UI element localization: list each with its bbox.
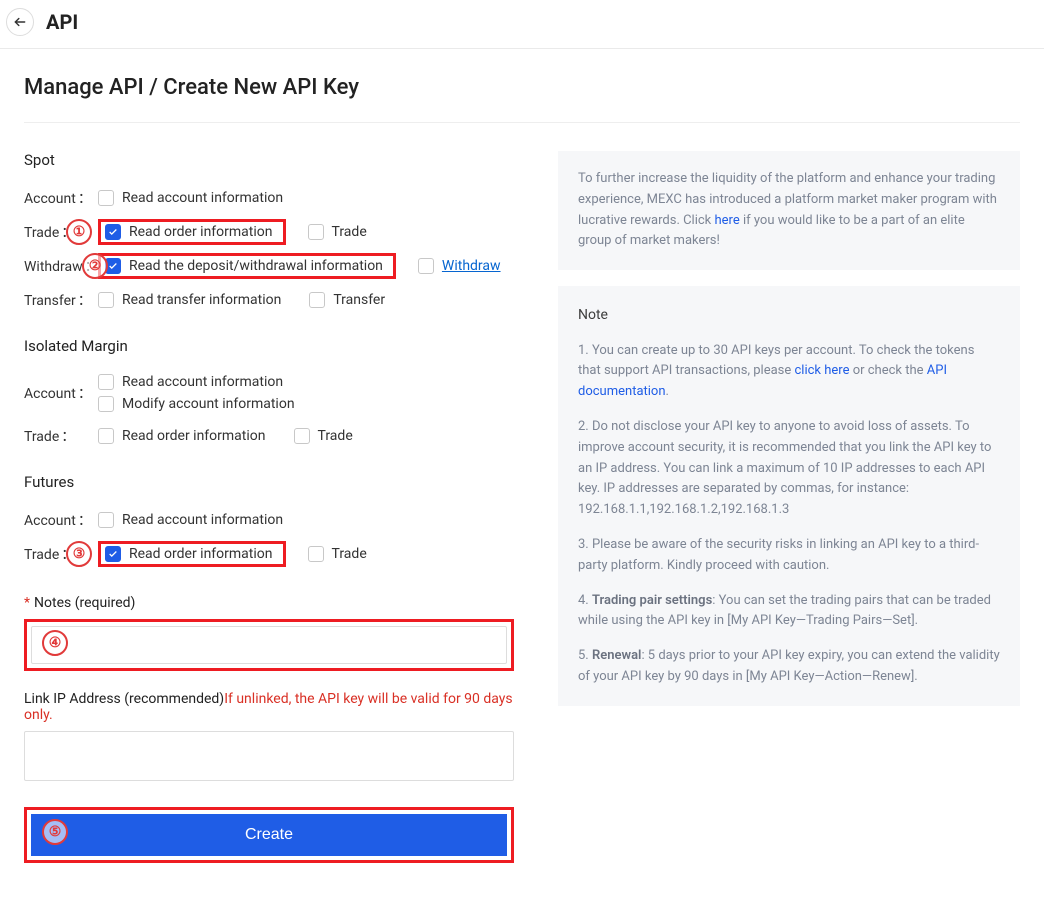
chk-margin-trade-do[interactable]: Trade xyxy=(294,428,353,444)
label-margin-account: Account： xyxy=(24,383,98,403)
chk-spot-transfer-read[interactable]: Read transfer information xyxy=(98,292,281,308)
arrow-left-icon xyxy=(13,15,27,29)
annotation-redbox-1: Read order information xyxy=(98,219,286,245)
label-spot-transfer: Transfer： xyxy=(24,290,98,310)
chk-spot-trade-read[interactable]: Read order information xyxy=(105,224,273,240)
row-spot-trade: ① Trade： Read order information Trade xyxy=(24,217,514,247)
chk-label: Read the deposit/withdrawal information xyxy=(129,258,383,274)
note-item-5: 5. Renewal: 5 days prior to your API key… xyxy=(578,646,1000,688)
note-click-here-link[interactable]: click here xyxy=(795,363,850,378)
create-button[interactable]: Create xyxy=(31,814,507,856)
ip-input-wrap xyxy=(24,731,514,781)
notes-label: *Notes (required) xyxy=(24,595,514,611)
chk-spot-withdraw-do[interactable]: Withdraw xyxy=(418,258,501,274)
chk-margin-trade-read[interactable]: Read order information xyxy=(98,428,266,444)
side-panels: To further increase the liquidity of the… xyxy=(558,151,1020,863)
label-margin-trade: Trade： xyxy=(24,426,98,446)
chk-label: Read account information xyxy=(122,374,283,390)
back-button[interactable] xyxy=(6,8,34,36)
annotation-redbox-3: Read order information xyxy=(98,541,286,567)
note-item-2: 2. Do not disclose your API key to anyon… xyxy=(578,417,1000,521)
label-futures-account: Account： xyxy=(24,510,98,530)
market-maker-panel: To further increase the liquidity of the… xyxy=(558,151,1020,270)
note-item-4: 4. Trading pair settings: You can set th… xyxy=(578,591,1000,633)
note-panel: Note 1. You can create up to 30 API keys… xyxy=(558,286,1020,706)
annotation-badge-2: ② xyxy=(82,253,108,279)
chk-label: Read account information xyxy=(122,190,283,206)
chk-futures-account-read[interactable]: Read account information xyxy=(98,512,283,528)
chk-label: Transfer xyxy=(333,292,385,308)
chk-margin-account-read[interactable]: Read account information xyxy=(98,374,295,390)
chk-spot-trade-do[interactable]: Trade xyxy=(308,224,367,240)
chk-label: Read order information xyxy=(129,546,273,562)
chk-futures-trade-do[interactable]: Trade xyxy=(308,546,367,562)
annotation-badge-4: ④ xyxy=(42,630,68,656)
section-spot: Spot Account： Read account information ①… xyxy=(24,151,514,315)
notes-input[interactable] xyxy=(32,627,506,663)
breadcrumb: Manage API / Create New API Key xyxy=(24,75,1020,123)
chk-label: Modify account information xyxy=(122,396,295,412)
chk-label: Read account information xyxy=(122,512,283,528)
row-spot-account: Account： Read account information xyxy=(24,183,514,213)
annotation-badge-3: ③ xyxy=(66,541,92,567)
section-futures: Futures Account： Read account informatio… xyxy=(24,473,514,569)
chk-spot-transfer-do[interactable]: Transfer xyxy=(309,292,385,308)
chk-label: Read transfer information xyxy=(122,292,281,308)
chk-spot-withdraw-read[interactable]: Read the deposit/withdrawal information xyxy=(105,258,383,274)
row-margin-account: Account： Read account information Modify… xyxy=(24,369,514,417)
ip-label: Link IP Address (recommended)If unlinked… xyxy=(24,691,514,723)
chk-label: Trade xyxy=(332,546,367,562)
row-futures-trade: ③ Trade： Read order information Trade xyxy=(24,539,514,569)
row-futures-account: Account： Read account information xyxy=(24,505,514,535)
chk-spot-account-read[interactable]: Read account information xyxy=(98,190,283,206)
note-item-3: 3. Please be aware of the security risks… xyxy=(578,535,1000,577)
chk-label: Read order information xyxy=(129,224,273,240)
page-title: API xyxy=(46,10,78,34)
note-panel-title: Note xyxy=(578,304,1000,326)
section-margin-title: Isolated Margin xyxy=(24,337,514,355)
annotation-redbox-4 xyxy=(24,619,514,671)
section-spot-title: Spot xyxy=(24,151,514,169)
notes-block: *Notes (required) ④ xyxy=(24,595,514,671)
market-maker-here-link[interactable]: here xyxy=(715,213,740,228)
notes-input-wrap xyxy=(31,626,507,664)
create-wrap: ⑤ Create xyxy=(24,807,514,863)
chk-label: Read order information xyxy=(122,428,266,444)
chk-label: Trade xyxy=(332,224,367,240)
note-item-1: 1. You can create up to 30 API keys per … xyxy=(578,341,1000,403)
permissions-form: Spot Account： Read account information ①… xyxy=(24,151,514,863)
label-spot-account: Account： xyxy=(24,188,98,208)
row-spot-withdraw: ② Withdraw： Read the deposit/withdrawal … xyxy=(24,251,514,281)
ip-input[interactable] xyxy=(25,732,513,780)
chk-margin-account-modify[interactable]: Modify account information xyxy=(98,396,295,412)
annotation-redbox-2: Read the deposit/withdrawal information xyxy=(98,253,396,279)
annotation-badge-1: ① xyxy=(66,219,92,245)
annotation-redbox-5: Create xyxy=(24,807,514,863)
ip-block: Link IP Address (recommended)If unlinked… xyxy=(24,691,514,781)
row-spot-transfer: Transfer： Read transfer information Tran… xyxy=(24,285,514,315)
chk-label-withdraw-link[interactable]: Withdraw xyxy=(442,258,501,274)
chk-label: Trade xyxy=(318,428,353,444)
annotation-badge-5: ⑤ xyxy=(42,819,68,845)
topbar: API xyxy=(0,0,1044,49)
section-margin: Isolated Margin Account： Read account in… xyxy=(24,337,514,451)
row-margin-trade: Trade： Read order information Trade xyxy=(24,421,514,451)
chk-futures-trade-read[interactable]: Read order information xyxy=(105,546,273,562)
section-futures-title: Futures xyxy=(24,473,514,491)
